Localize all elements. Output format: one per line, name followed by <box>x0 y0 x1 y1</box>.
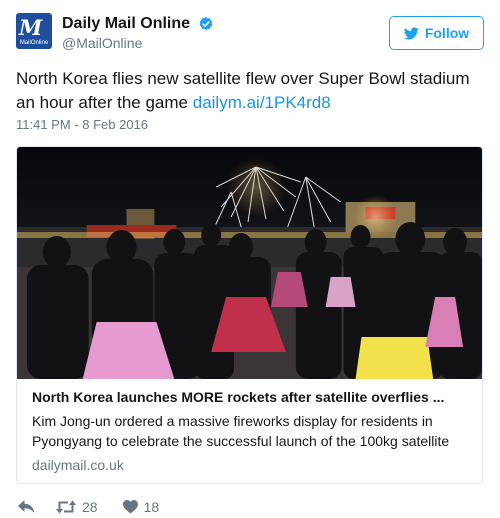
display-name[interactable]: Daily Mail Online <box>62 15 190 33</box>
reply-icon <box>18 500 35 513</box>
reply-button[interactable] <box>18 500 36 514</box>
heart-icon <box>122 500 138 514</box>
card-description: Kim Jong-un ordered a massive fireworks … <box>32 413 450 449</box>
avatar-logo-mark: M <box>19 15 42 40</box>
card-image[interactable] <box>17 147 482 379</box>
follow-button[interactable]: Follow <box>389 16 484 50</box>
like-count: 18 <box>143 499 160 515</box>
account-names: Daily Mail Online @MailOnline <box>62 15 214 51</box>
tweet-link[interactable]: dailym.ai/1PK4rd8 <box>193 93 331 112</box>
verified-badge-icon <box>200 17 213 31</box>
tweet-timestamp[interactable]: 11:41 PM - 8 Feb 2016 <box>16 117 148 132</box>
retweet-button[interactable]: 28 <box>56 499 98 515</box>
link-card[interactable]: North Korea launches MORE rockets after … <box>16 146 483 484</box>
twitter-bird-icon <box>403 26 419 39</box>
like-button[interactable]: 18 <box>122 499 160 515</box>
account-handle[interactable]: @MailOnline <box>62 35 214 51</box>
card-body: North Korea launches MORE rockets after … <box>17 379 482 473</box>
tweet-text: North Korea flies new satellite flew ove… <box>16 67 486 115</box>
follow-button-label: Follow <box>424 25 470 41</box>
retweet-count: 28 <box>82 499 98 515</box>
card-domain[interactable]: dailymail.co.uk <box>32 457 467 473</box>
retweet-icon <box>56 500 76 514</box>
tweet-actions: 28 18 <box>18 497 159 517</box>
card-title[interactable]: North Korea launches MORE rockets after … <box>32 389 467 405</box>
avatar[interactable]: M MailOnline <box>16 13 52 49</box>
avatar-logo-text: MailOnline <box>19 40 49 46</box>
tweet-header: M MailOnline Daily Mail Online @MailOnli… <box>16 13 484 57</box>
